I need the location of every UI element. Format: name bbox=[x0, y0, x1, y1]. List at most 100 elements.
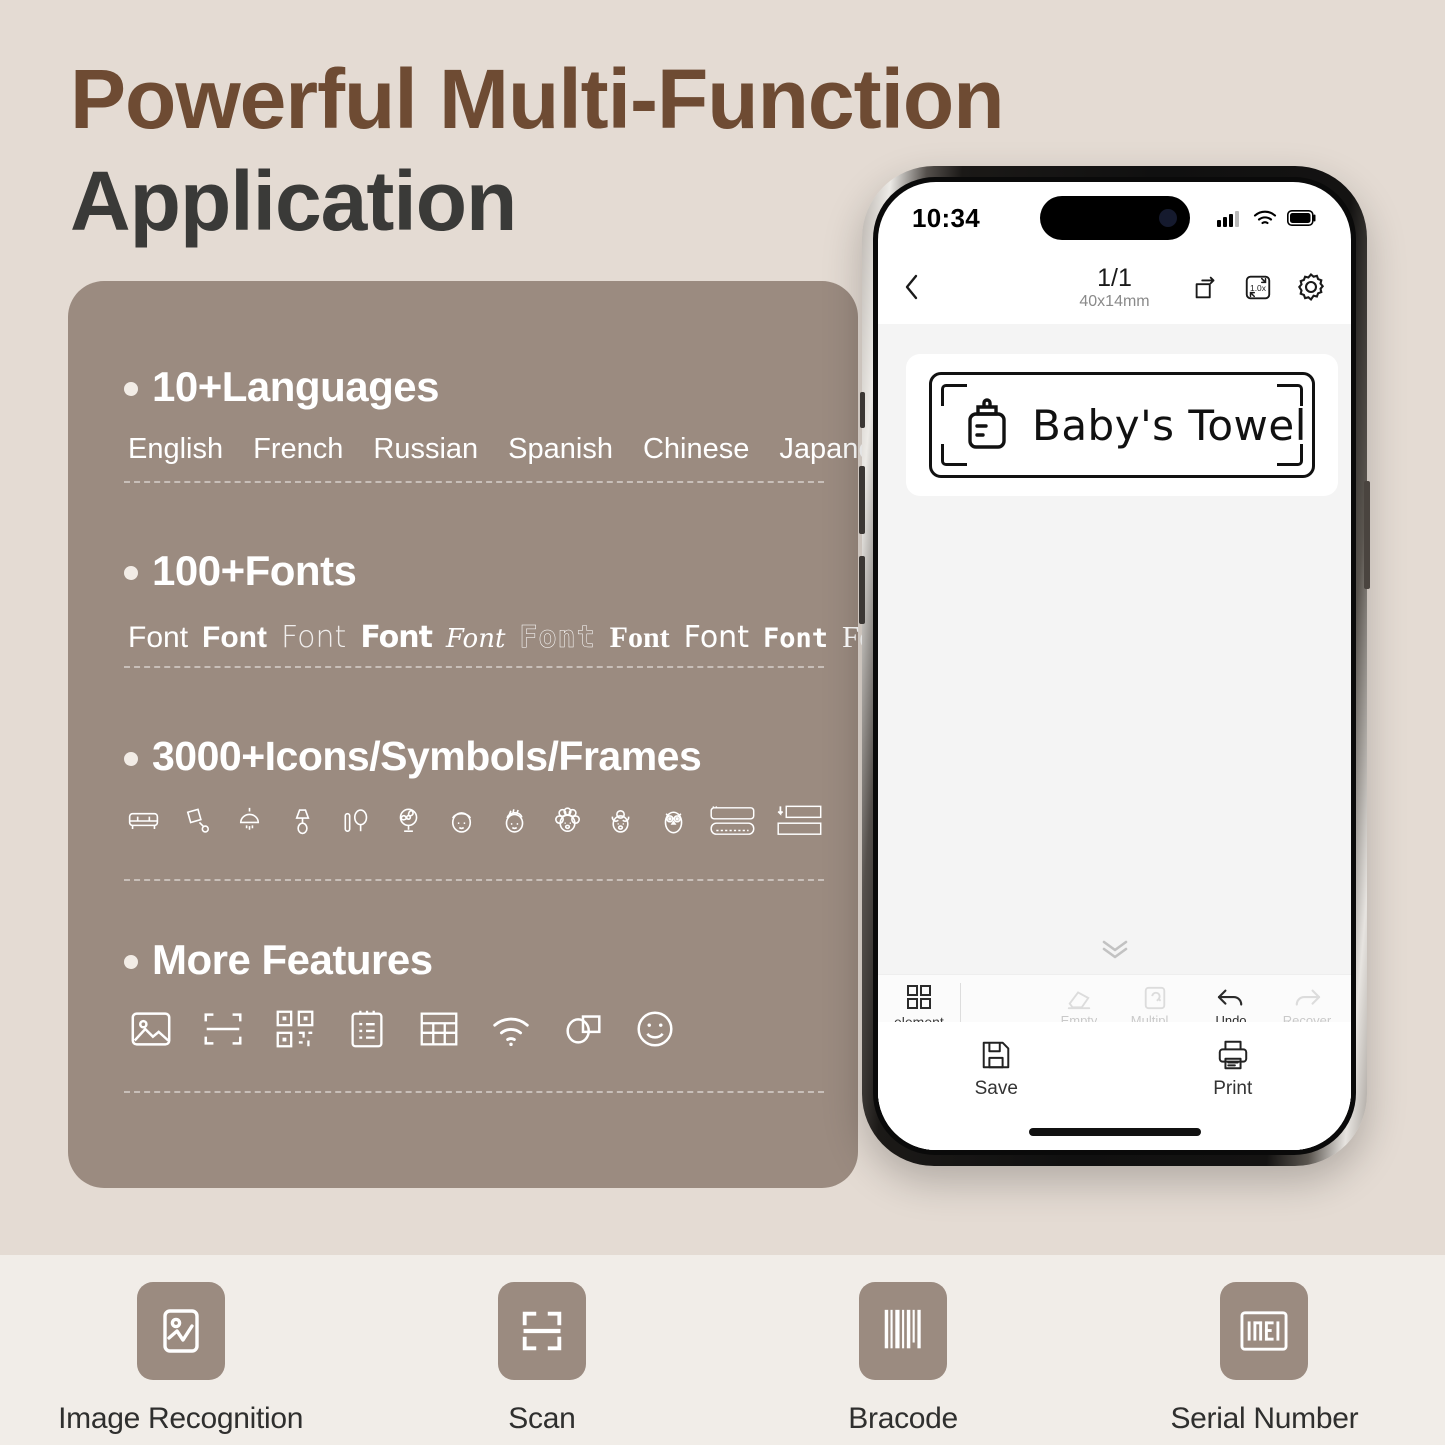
strip-icon-wrap bbox=[1220, 1282, 1309, 1380]
divider bbox=[124, 481, 824, 483]
volume-up-button[interactable] bbox=[859, 466, 865, 534]
font-sample: Font bbox=[128, 621, 189, 654]
back-chevron-icon bbox=[905, 274, 918, 299]
zoom-level-text: 1.0x bbox=[1250, 282, 1267, 292]
feature-languages-title: 10+Languages bbox=[152, 363, 439, 410]
feature-languages: 10+Languages English French Russian Span… bbox=[124, 363, 905, 466]
language-list: English French Russian Spanish Chinese J… bbox=[128, 433, 905, 466]
shapes-icon bbox=[566, 1015, 601, 1044]
divider bbox=[124, 666, 824, 668]
language-item: Spanish bbox=[508, 433, 613, 465]
zoom-button[interactable]: 1.0x bbox=[1243, 272, 1273, 307]
feature-icons-title: 3000+Icons/Symbols/Frames bbox=[152, 733, 702, 779]
label-frame[interactable]: Baby's Towel bbox=[929, 372, 1315, 478]
eraser-icon bbox=[1067, 990, 1091, 1009]
strip-label: Image Recognition bbox=[58, 1402, 304, 1435]
collapse-panel-handle[interactable] bbox=[878, 934, 1351, 962]
headline-line-1: Powerful Multi-Function bbox=[70, 52, 1005, 146]
scan-frame-icon bbox=[522, 1311, 562, 1351]
bottom-feature-strip: Image Recognition Scan Bracode Serial Nu… bbox=[0, 1268, 1445, 1445]
multiply-icon bbox=[1144, 986, 1166, 1009]
owl-icon bbox=[664, 811, 683, 834]
imei-icon bbox=[1240, 1311, 1288, 1351]
label-text: Baby's Towel bbox=[1032, 400, 1307, 450]
save-button[interactable]: Save bbox=[878, 1038, 1115, 1100]
font-sample: Font bbox=[281, 620, 347, 655]
sofa-icon bbox=[128, 812, 159, 830]
bullet-icon bbox=[124, 751, 138, 766]
settings-button[interactable] bbox=[1295, 271, 1327, 308]
strip-item-barcode[interactable]: Bracode bbox=[723, 1268, 1084, 1445]
frames-arrow-icon bbox=[777, 805, 822, 835]
font-sample: Font bbox=[683, 620, 749, 655]
bullet-icon bbox=[124, 566, 138, 580]
image-icon bbox=[131, 1012, 171, 1046]
grid-icon bbox=[906, 984, 931, 1009]
power-button[interactable] bbox=[1364, 481, 1370, 589]
font-sample: Font bbox=[360, 620, 433, 655]
redo-icon bbox=[1295, 989, 1321, 1006]
font-sample: Font bbox=[762, 623, 828, 654]
print-button[interactable]: Print bbox=[1115, 1038, 1352, 1100]
phone-bezel: 10:34 1/1 40x14mm 1.0x Baby's Towel Empt… bbox=[873, 177, 1356, 1155]
strip-icon-wrap bbox=[497, 1282, 586, 1380]
strip-icon-wrap bbox=[136, 1282, 225, 1380]
wifi-icon bbox=[493, 1017, 529, 1047]
corner-bracket bbox=[941, 384, 967, 406]
language-item: French bbox=[253, 433, 344, 465]
table-lamp-icon bbox=[295, 809, 310, 835]
rotate-button[interactable] bbox=[1191, 272, 1221, 307]
font-sample-list: Font Font Font Font Font Font Font Font … bbox=[128, 619, 899, 655]
divider bbox=[124, 879, 824, 881]
back-button[interactable] bbox=[902, 271, 922, 308]
font-sample: Font bbox=[609, 621, 670, 654]
font-sample: Font bbox=[445, 624, 506, 654]
volume-down-button[interactable] bbox=[859, 556, 865, 624]
headline-line-2: Application bbox=[70, 154, 517, 249]
corner-bracket bbox=[1277, 444, 1303, 466]
symbol-icon-list bbox=[126, 800, 824, 842]
label-canvas[interactable]: Baby's Towel bbox=[878, 324, 1351, 974]
fan-icon bbox=[399, 808, 418, 833]
rotate-icon bbox=[1195, 276, 1215, 298]
language-item: English bbox=[128, 433, 224, 465]
double-chevron-down-icon bbox=[1102, 940, 1127, 959]
feature-languages-heading: 10+Languages bbox=[124, 363, 824, 411]
feature-icons: 3000+Icons/Symbols/Frames bbox=[124, 733, 824, 842]
strip-item-serial-number[interactable]: Serial Number bbox=[1084, 1268, 1445, 1445]
dynamic-island bbox=[1039, 196, 1190, 240]
gear-icon bbox=[1297, 272, 1325, 301]
boy-face-icon bbox=[452, 812, 472, 833]
bullet-icon bbox=[124, 955, 138, 969]
silent-switch[interactable] bbox=[860, 392, 865, 428]
zoom-level-icon: 1.0x bbox=[1245, 275, 1271, 299]
home-indicator[interactable] bbox=[1028, 1128, 1201, 1136]
status-indicators bbox=[1217, 209, 1317, 227]
frames-group-icon bbox=[710, 806, 755, 835]
image-recognition-icon bbox=[162, 1309, 199, 1353]
label-preview-card[interactable]: Baby's Towel bbox=[906, 354, 1338, 496]
font-sample: Font bbox=[202, 621, 267, 654]
divider bbox=[124, 1091, 824, 1093]
smiley-icon bbox=[637, 1011, 673, 1047]
save-button-label: Save bbox=[974, 1078, 1018, 1099]
corner-bracket bbox=[1277, 384, 1303, 406]
phone-screen: 10:34 1/1 40x14mm 1.0x Baby's Towel Empt… bbox=[878, 182, 1351, 1150]
app-navbar: 1/1 40x14mm 1.0x bbox=[878, 254, 1351, 324]
status-bar: 10:34 bbox=[878, 182, 1351, 254]
strip-item-image-recognition[interactable]: Image Recognition bbox=[0, 1268, 361, 1445]
barcode-icon bbox=[884, 1309, 921, 1349]
feature-more: More Features bbox=[124, 936, 824, 1052]
strip-label: Serial Number bbox=[1170, 1402, 1359, 1435]
battery-icon bbox=[1287, 210, 1316, 226]
wifi-icon bbox=[1253, 210, 1277, 225]
pendant-lamp-icon bbox=[240, 807, 260, 830]
girl-face-icon bbox=[505, 809, 524, 833]
strip-item-scan[interactable]: Scan bbox=[361, 1268, 722, 1445]
strip-icon-wrap bbox=[859, 1282, 948, 1380]
printer-icon bbox=[1218, 1040, 1247, 1070]
qr-code-icon bbox=[276, 1010, 314, 1048]
floppy-disk-icon bbox=[982, 1041, 1010, 1069]
page-title: Powerful Multi-Function Application bbox=[70, 48, 1005, 253]
signal-icon bbox=[1217, 211, 1239, 227]
